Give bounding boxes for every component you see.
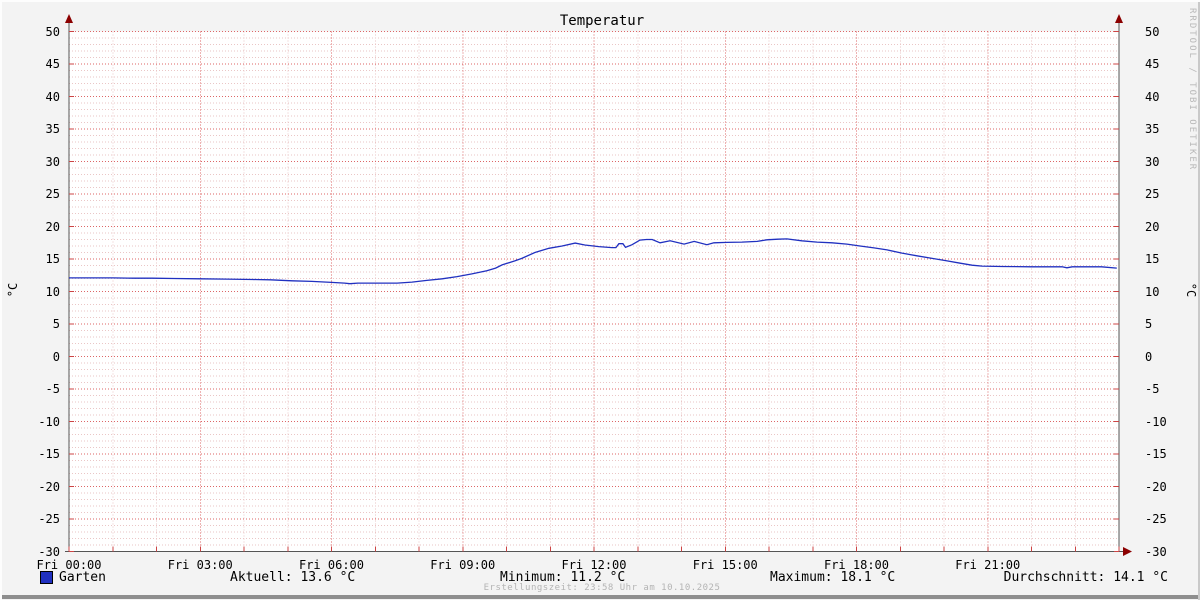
- chart-title: Temperatur: [559, 13, 645, 29]
- y-axis-unit-right: °C: [1184, 282, 1198, 298]
- creation-timestamp: Erstellungszeit: 23:58 Uhr am 10.10.2025: [483, 583, 721, 593]
- bottom-bevel: [2, 595, 1200, 599]
- rrdtool-graph: -30 -30 -25 -25 -20 -20 -15 -15 -10 -10 -5 -5 0 0 5 5 10…: [0, 0, 1200, 600]
- y-axis-unit-left: °C: [6, 282, 20, 298]
- temperature-chart: [65, 14, 1132, 556]
- rrdtool-watermark: RRDTOOL / TOBI OETIKER: [1187, 8, 1197, 172]
